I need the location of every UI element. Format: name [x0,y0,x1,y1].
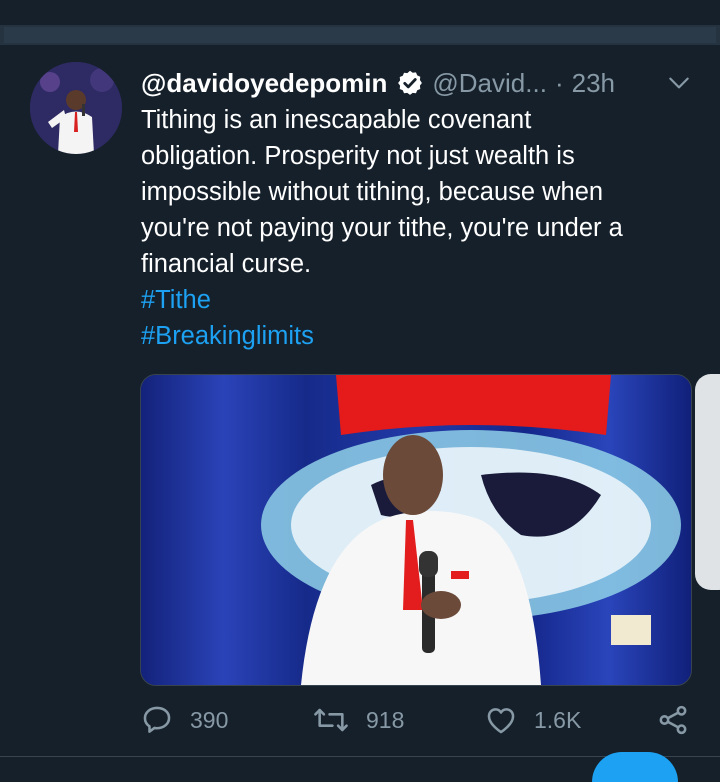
avatar[interactable] [30,62,122,154]
hashtag-breakinglimits[interactable]: #Breakinglimits [141,318,701,354]
share-button[interactable] [656,700,706,740]
tweet-text: Tithing is an inescapable covenant oblig… [141,102,701,354]
tweet-text-line: impossible without tithing, because when [141,178,604,206]
tweet-header: @davidoyedepomin @David... · 23h [141,66,692,100]
next-media-peek[interactable] [695,374,720,590]
top-divider-bar [0,25,720,45]
reply-icon [143,706,171,733]
share-icon [659,705,687,735]
tweet-text-line: obligation. Prosperity not just wealth i… [141,142,575,170]
tweet-timestamp[interactable]: 23h [572,68,615,99]
retweet-icon [314,708,348,732]
tweet-action-bar: 390 918 1.6K [140,700,700,740]
avatar-image [30,62,122,154]
tweet-media-image[interactable] [140,374,692,686]
reply-button[interactable]: 390 [140,700,228,740]
tweet-text-line: you're not paying your tithe, you're und… [141,214,623,242]
separator-dot: · [554,67,564,98]
retweet-count: 918 [366,706,405,733]
tweet-text-line: Tithing is an inescapable covenant [141,106,532,134]
tweet-text-line: financial curse. [141,250,312,278]
heart-icon [487,708,515,734]
like-count: 1.6K [534,706,582,733]
verified-badge-icon [398,70,423,95]
media-photo [141,375,691,685]
chevron-down-icon[interactable] [666,70,692,96]
user-handle[interactable]: @David... [432,68,547,99]
hashtag-tithe[interactable]: #Tithe [141,282,701,318]
retweet-button[interactable]: 918 [312,700,404,740]
reply-count: 390 [190,706,229,733]
top-divider-bar-inner [4,27,716,43]
display-name[interactable]: @davidoyedepomin [141,68,387,99]
compose-button-peek[interactable] [592,752,678,782]
like-button[interactable]: 1.6K [484,700,581,740]
